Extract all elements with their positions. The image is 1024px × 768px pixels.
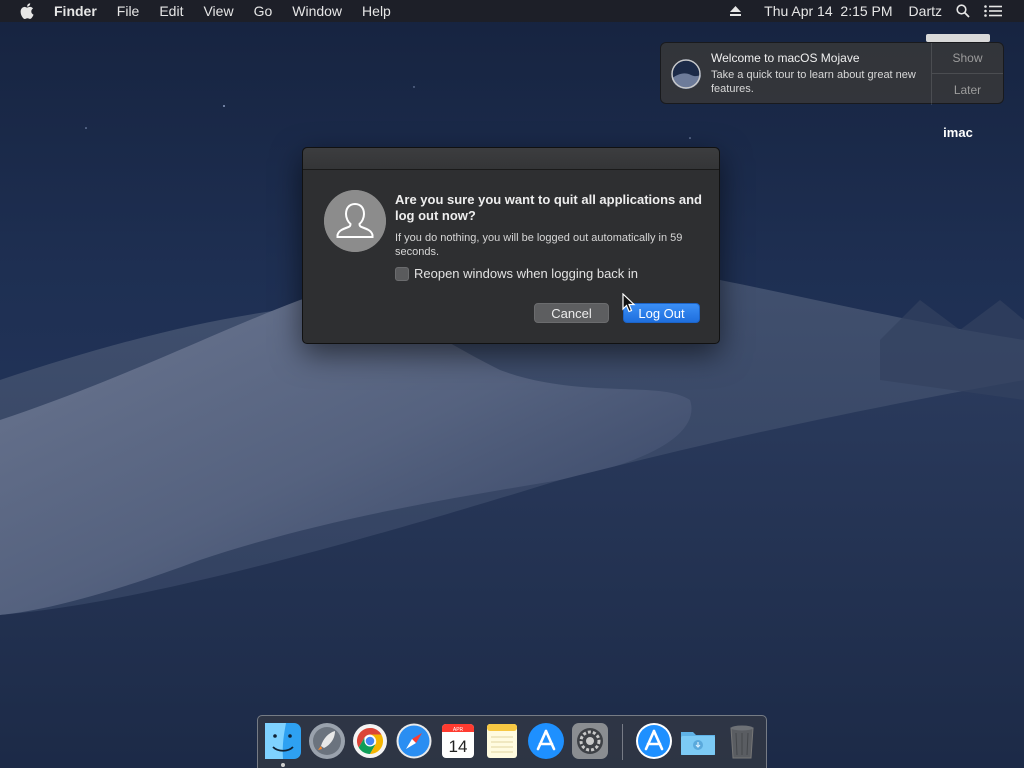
notes-icon[interactable]	[483, 722, 521, 760]
launchpad-icon[interactable]	[308, 722, 346, 760]
menu-user-name[interactable]: Dartz	[909, 0, 942, 22]
system-preferences-icon[interactable]	[571, 722, 609, 760]
hard-drive-icon[interactable]	[926, 34, 990, 42]
desktop-wallpaper	[0, 0, 1024, 768]
notification-show-button[interactable]: Show	[932, 43, 1003, 74]
dialog-title: Are you sure you want to quit all applic…	[395, 192, 702, 223]
menu-go[interactable]: Go	[254, 0, 273, 22]
calendar-icon[interactable]: APR 14	[439, 722, 477, 760]
menu-bar-extras: Thu Apr 14 2:15 PM Dartz	[729, 0, 1024, 22]
menu-help[interactable]: Help	[362, 0, 391, 22]
calendar-icon-day: 14	[449, 737, 468, 756]
notification-later-button[interactable]: Later	[932, 74, 1003, 105]
finder-icon[interactable]	[264, 722, 302, 760]
cancel-button[interactable]: Cancel	[534, 303, 609, 323]
notification-title: Welcome to macOS Mojave	[711, 51, 860, 65]
trash-icon[interactable]	[723, 722, 761, 760]
checkbox-box[interactable]	[395, 266, 409, 281]
mojave-installer-icon	[671, 59, 701, 89]
search-icon[interactable]	[956, 4, 970, 18]
notification-center-icon[interactable]	[984, 5, 1002, 17]
mojave-dunes-wallpaper	[0, 86, 1024, 768]
app-store-icon[interactable]	[527, 722, 565, 760]
calendar-icon-month: APR	[453, 727, 464, 733]
apple-logo-icon[interactable]	[20, 0, 38, 22]
menu-window[interactable]: Window	[292, 0, 342, 22]
chrome-icon[interactable]	[351, 722, 389, 760]
menu-bar: Finder File Edit View Go Window Help Thu…	[0, 0, 1024, 22]
dock: APR 14	[257, 715, 767, 768]
menu-clock[interactable]: Thu Apr 14 2:15 PM	[764, 0, 892, 22]
menu-view[interactable]: View	[203, 0, 233, 22]
mouse-pointer-icon	[622, 292, 636, 313]
safari-icon[interactable]	[395, 722, 433, 760]
eject-icon[interactable]	[729, 5, 742, 17]
menu-file[interactable]: File	[117, 0, 140, 22]
drive-label[interactable]: imac	[930, 125, 986, 140]
dialog-titlebar[interactable]	[303, 148, 719, 170]
notification-actions: Show Later	[931, 43, 1003, 105]
finder-running-indicator	[281, 763, 285, 767]
app-store-downloads-icon[interactable]	[635, 722, 673, 760]
downloads-folder-icon[interactable]	[679, 722, 717, 760]
dock-separator	[622, 724, 623, 760]
reopen-windows-checkbox[interactable]: Reopen windows when logging back in	[395, 266, 638, 281]
logout-dialog: Are you sure you want to quit all applic…	[302, 147, 720, 344]
notification-body: Take a quick tour to learn about great n…	[711, 69, 916, 95]
menu-edit[interactable]: Edit	[159, 0, 183, 22]
reopen-windows-label[interactable]: Reopen windows when logging back in	[414, 266, 638, 281]
dialog-message: If you do nothing, you will be logged ou…	[395, 232, 683, 258]
user-avatar-icon	[324, 190, 386, 252]
notification-banner[interactable]: Welcome to macOS Mojave Take a quick tou…	[660, 42, 1004, 105]
menu-app-name[interactable]: Finder	[54, 0, 97, 22]
